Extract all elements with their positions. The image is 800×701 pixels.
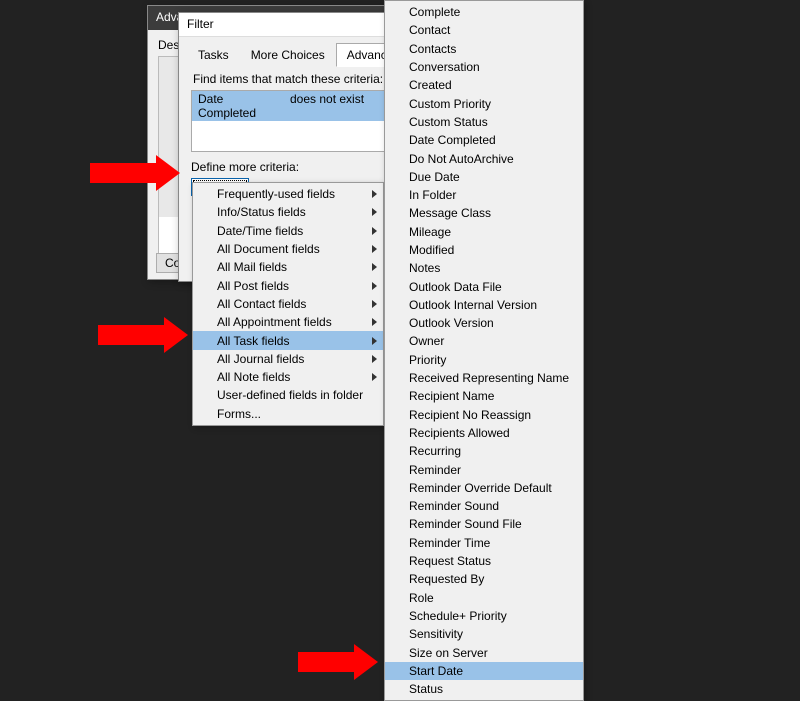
field-item-outlook-data-file[interactable]: Outlook Data File <box>385 277 583 295</box>
menu-item-label: All Appointment fields <box>217 315 332 329</box>
chevron-right-icon <box>372 208 377 216</box>
menu-item-all-journal-fields[interactable]: All Journal fields <box>193 350 383 368</box>
field-item-custom-status[interactable]: Custom Status <box>385 113 583 131</box>
menu-item-all-contact-fields[interactable]: All Contact fields <box>193 295 383 313</box>
field-item-recipients-allowed[interactable]: Recipients Allowed <box>385 424 583 442</box>
field-item-role[interactable]: Role <box>385 589 583 607</box>
task-fields-submenu: CompleteContactContactsConversationCreat… <box>384 0 584 701</box>
field-category-menu: Frequently-used fields Info/Status fields… <box>192 182 384 426</box>
field-item-reminder-sound-file[interactable]: Reminder Sound File <box>385 515 583 533</box>
menu-item-label: All Mail fields <box>217 260 287 274</box>
field-item-custom-priority[interactable]: Custom Priority <box>385 94 583 112</box>
field-item-conversation[interactable]: Conversation <box>385 58 583 76</box>
menu-item-frequently-used-fields[interactable]: Frequently-used fields <box>193 185 383 203</box>
menu-item-label: Frequently-used fields <box>217 187 335 201</box>
field-item-priority[interactable]: Priority <box>385 351 583 369</box>
annotation-arrow-1 <box>90 155 180 191</box>
menu-item-all-post-fields[interactable]: All Post fields <box>193 276 383 294</box>
tab-tasks[interactable]: Tasks <box>187 43 240 67</box>
menu-item-label: Date/Time fields <box>217 224 303 238</box>
menu-item-label: All Task fields <box>217 334 289 348</box>
menu-item-user-defined-fields-in-folder[interactable]: User-defined fields in folder <box>193 386 383 404</box>
chevron-right-icon <box>372 263 377 271</box>
menu-item-label: All Journal fields <box>217 352 304 366</box>
chevron-right-icon <box>372 190 377 198</box>
field-item-recipient-name[interactable]: Recipient Name <box>385 387 583 405</box>
chevron-right-icon <box>372 318 377 326</box>
field-item-in-folder[interactable]: In Folder <box>385 186 583 204</box>
chevron-right-icon <box>372 282 377 290</box>
field-item-request-status[interactable]: Request Status <box>385 552 583 570</box>
field-item-reminder-time[interactable]: Reminder Time <box>385 534 583 552</box>
menu-item-date-time-fields[interactable]: Date/Time fields <box>193 222 383 240</box>
field-item-reminder-sound[interactable]: Reminder Sound <box>385 497 583 515</box>
field-item-sensitivity[interactable]: Sensitivity <box>385 625 583 643</box>
field-item-date-completed[interactable]: Date Completed <box>385 131 583 149</box>
menu-item-label: Forms... <box>217 407 261 421</box>
menu-item-label: Info/Status fields <box>217 205 306 219</box>
field-item-modified[interactable]: Modified <box>385 241 583 259</box>
menu-item-label: User-defined fields in folder <box>217 388 363 402</box>
field-item-schedule-priority[interactable]: Schedule+ Priority <box>385 607 583 625</box>
field-item-recurring[interactable]: Recurring <box>385 442 583 460</box>
chevron-right-icon <box>372 337 377 345</box>
chevron-right-icon <box>372 227 377 235</box>
field-item-start-date[interactable]: Start Date <box>385 662 583 680</box>
field-item-requested-by[interactable]: Requested By <box>385 570 583 588</box>
field-item-do-not-autoarchive[interactable]: Do Not AutoArchive <box>385 149 583 167</box>
menu-item-all-document-fields[interactable]: All Document fields <box>193 240 383 258</box>
menu-item-label: All Post fields <box>217 279 289 293</box>
menu-item-all-appointment-fields[interactable]: All Appointment fields <box>193 313 383 331</box>
field-item-contact[interactable]: Contact <box>385 21 583 39</box>
field-item-notes[interactable]: Notes <box>385 259 583 277</box>
field-item-reminder-override-default[interactable]: Reminder Override Default <box>385 479 583 497</box>
field-item-created[interactable]: Created <box>385 76 583 94</box>
menu-item-info-status-fields[interactable]: Info/Status fields <box>193 203 383 221</box>
field-item-message-class[interactable]: Message Class <box>385 204 583 222</box>
field-item-reminder[interactable]: Reminder <box>385 460 583 478</box>
annotation-arrow-2 <box>98 317 188 353</box>
menu-item-label: All Document fields <box>217 242 320 256</box>
criteria-condition: does not exist <box>284 91 370 121</box>
field-item-owner[interactable]: Owner <box>385 332 583 350</box>
field-item-mileage[interactable]: Mileage <box>385 223 583 241</box>
menu-item-label: All Contact fields <box>217 297 306 311</box>
field-item-recipient-no-reassign[interactable]: Recipient No Reassign <box>385 406 583 424</box>
menu-item-label: All Note fields <box>217 370 290 384</box>
field-item-due-date[interactable]: Due Date <box>385 168 583 186</box>
chevron-right-icon <box>372 300 377 308</box>
field-item-outlook-version[interactable]: Outlook Version <box>385 314 583 332</box>
field-item-outlook-internal-version[interactable]: Outlook Internal Version <box>385 296 583 314</box>
field-item-received-representing-name[interactable]: Received Representing Name <box>385 369 583 387</box>
menu-item-forms[interactable]: Forms... <box>193 405 383 423</box>
field-item-complete[interactable]: Complete <box>385 3 583 21</box>
chevron-right-icon <box>372 355 377 363</box>
criteria-field: Date Completed <box>192 91 284 121</box>
tab-more-choices[interactable]: More Choices <box>240 43 336 67</box>
field-item-contacts[interactable]: Contacts <box>385 40 583 58</box>
field-item-size-on-server[interactable]: Size on Server <box>385 643 583 661</box>
chevron-right-icon <box>372 373 377 381</box>
menu-item-all-task-fields[interactable]: All Task fields <box>193 331 383 349</box>
menu-item-all-note-fields[interactable]: All Note fields <box>193 368 383 386</box>
chevron-right-icon <box>372 245 377 253</box>
annotation-arrow-3 <box>298 644 378 680</box>
menu-item-all-mail-fields[interactable]: All Mail fields <box>193 258 383 276</box>
field-item-status[interactable]: Status <box>385 680 583 698</box>
